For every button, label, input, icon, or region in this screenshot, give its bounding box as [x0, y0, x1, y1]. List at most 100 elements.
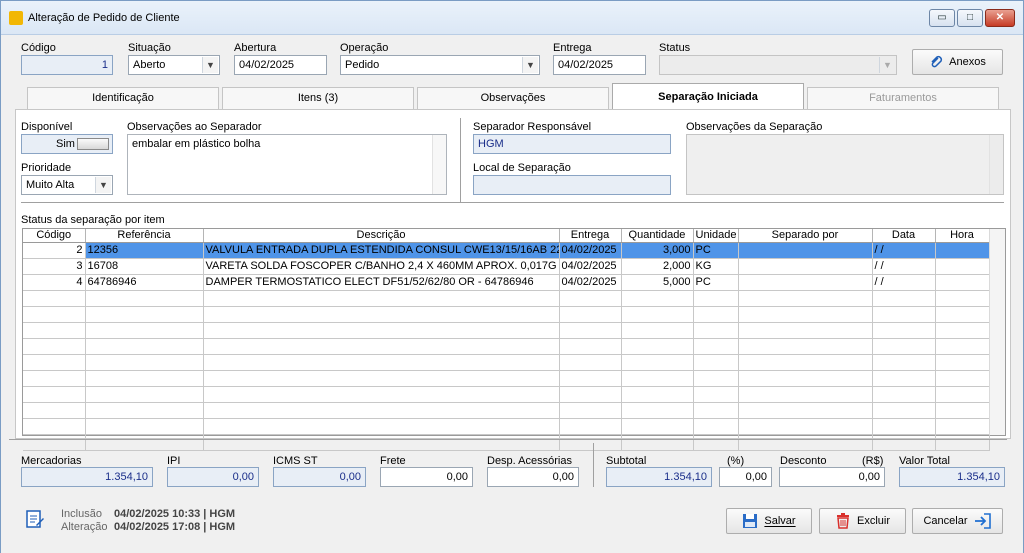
cell-codigo[interactable]: 3: [23, 258, 86, 275]
memo-scrollbar[interactable]: [989, 135, 1003, 194]
ipi-field[interactable]: 0,00: [167, 467, 259, 487]
chevron-down-icon[interactable]: ▼: [879, 57, 895, 73]
cell-quantidade[interactable]: 5,000: [621, 274, 694, 291]
obs-separador-memo[interactable]: embalar em plástico bolha: [127, 134, 447, 195]
cell-quantidade[interactable]: 3,000: [621, 242, 694, 259]
prioridade-select[interactable]: Muito Alta ▼: [21, 175, 113, 195]
cell-separado-por[interactable]: [738, 274, 873, 291]
tab-faturamentos[interactable]: Faturamentos: [807, 87, 999, 109]
cell-codigo[interactable]: 4: [23, 274, 86, 291]
cell-unidade[interactable]: PC: [693, 274, 739, 291]
cell-data[interactable]: / /: [872, 242, 936, 259]
excluir-button[interactable]: Excluir: [819, 508, 906, 534]
local-separacao-field[interactable]: [473, 175, 671, 195]
empty-cell: [693, 338, 739, 355]
edit-log-icon[interactable]: [25, 509, 45, 529]
cell-entrega[interactable]: 04/02/2025: [559, 242, 622, 259]
desp-acessorias-field[interactable]: 0,00: [487, 467, 579, 487]
cell-data[interactable]: / /: [872, 274, 936, 291]
close-button[interactable]: ✕: [985, 9, 1015, 27]
cell-entrega[interactable]: 04/02/2025: [559, 258, 622, 275]
cell-data[interactable]: / /: [872, 258, 936, 275]
codigo-field[interactable]: 1: [21, 55, 113, 75]
cell-quantidade[interactable]: 2,000: [621, 258, 694, 275]
exit-arrow-icon: [974, 513, 991, 529]
table-row[interactable]: 2 12356 VALVULA ENTRADA DUPLA ESTENDIDA …: [23, 242, 990, 259]
anexos-button[interactable]: Anexos: [912, 49, 1003, 75]
cell-unidade[interactable]: PC: [693, 242, 739, 259]
cell-hora[interactable]: [935, 242, 990, 259]
tab-observacoes[interactable]: Observações: [417, 87, 609, 109]
cell-codigo[interactable]: 2: [23, 242, 86, 259]
desconto-field[interactable]: 0,00: [779, 467, 885, 487]
cell-referencia[interactable]: 16708: [85, 258, 204, 275]
col-header-descricao[interactable]: Descrição: [203, 229, 560, 243]
toggle-handle[interactable]: [77, 138, 109, 150]
cell-referencia[interactable]: 64786946: [85, 274, 204, 291]
table-row[interactable]: 4 64786946 DAMPER TERMOSTATICO ELECT DF5…: [23, 274, 990, 291]
cell-hora[interactable]: [935, 258, 990, 275]
col-header-codigo[interactable]: Código: [23, 229, 86, 243]
empty-cell: [738, 434, 873, 451]
empty-cell: [203, 434, 560, 451]
col-header-entrega[interactable]: Entrega: [559, 229, 622, 243]
col-header-unidade[interactable]: Unidade: [693, 229, 739, 243]
minimize-button[interactable]: ▭: [929, 9, 955, 27]
empty-cell: [85, 306, 204, 323]
valor-total-field[interactable]: 1.354,10: [899, 467, 1005, 487]
empty-cell: [559, 418, 622, 435]
subtotal-field[interactable]: 1.354,10: [606, 467, 712, 487]
operacao-select[interactable]: Pedido ▼: [340, 55, 540, 75]
empty-cell: [23, 354, 86, 371]
empty-cell: [203, 322, 560, 339]
cell-unidade[interactable]: KG: [693, 258, 739, 275]
col-header-separado-por[interactable]: Separado por: [738, 229, 873, 243]
status-select[interactable]: ▼: [659, 55, 897, 75]
chevron-down-icon[interactable]: ▼: [522, 57, 538, 73]
entrega-field[interactable]: 04/02/2025: [553, 55, 646, 75]
memo-scrollbar[interactable]: [432, 135, 446, 194]
chevron-down-icon[interactable]: ▼: [202, 57, 218, 73]
cell-entrega[interactable]: 04/02/2025: [559, 274, 622, 291]
empty-cell: [559, 434, 622, 451]
col-header-data[interactable]: Data: [872, 229, 936, 243]
cell-descricao[interactable]: DAMPER TERMOSTATICO ELECT DF51/52/62/80 …: [203, 274, 560, 291]
disponivel-toggle[interactable]: Sim: [21, 134, 113, 154]
obs-separador-text: embalar em plástico bolha: [132, 138, 261, 150]
cell-hora[interactable]: [935, 274, 990, 291]
cell-separado-por[interactable]: [738, 242, 873, 259]
icms-st-field[interactable]: 0,00: [273, 467, 366, 487]
situacao-select[interactable]: Aberto ▼: [128, 55, 220, 75]
table-row[interactable]: 3 16708 VARETA SOLDA FOSCOPER C/BANHO 2,…: [23, 258, 990, 275]
empty-cell: [935, 338, 990, 355]
grid-scrollbar[interactable]: [989, 229, 1005, 435]
col-header-referencia[interactable]: Referência: [85, 229, 204, 243]
salvar-button[interactable]: Salvar: [726, 508, 812, 534]
obs-separacao-memo[interactable]: [686, 134, 1004, 195]
cell-descricao[interactable]: VARETA SOLDA FOSCOPER C/BANHO 2,4 X 460M…: [203, 258, 560, 275]
title-bar: Alteração de Pedido de Cliente ▭ □ ✕: [1, 1, 1023, 35]
percent-field[interactable]: 0,00: [719, 467, 772, 487]
tab-separacao-iniciada[interactable]: Separação Iniciada: [612, 83, 804, 110]
col-header-hora[interactable]: Hora: [935, 229, 990, 243]
empty-cell: [693, 290, 739, 307]
cancelar-button[interactable]: Cancelar: [912, 508, 1003, 534]
excluir-label: Excluir: [856, 515, 890, 527]
maximize-button[interactable]: □: [957, 9, 983, 27]
empty-row: [23, 370, 990, 387]
frete-field[interactable]: 0,00: [380, 467, 473, 487]
mercadorias-field[interactable]: 1.354,10: [21, 467, 153, 487]
cell-separado-por[interactable]: [738, 258, 873, 275]
tab-identificacao[interactable]: Identificação: [27, 87, 219, 109]
abertura-field[interactable]: 04/02/2025: [234, 55, 327, 75]
items-grid[interactable]: Código Referência Descrição Entrega Quan…: [22, 228, 1006, 451]
empty-cell: [23, 290, 86, 307]
cell-descricao[interactable]: VALVULA ENTRADA DUPLA ESTENDIDA CONSUL C…: [203, 242, 560, 259]
tab-itens[interactable]: Itens (3): [222, 87, 414, 109]
chevron-down-icon[interactable]: ▼: [95, 177, 111, 193]
empty-cell: [559, 386, 622, 403]
empty-cell: [23, 338, 86, 355]
separador-responsavel-field[interactable]: HGM: [473, 134, 671, 154]
cell-referencia[interactable]: 12356: [85, 242, 204, 259]
col-header-quantidade[interactable]: Quantidade: [621, 229, 694, 243]
